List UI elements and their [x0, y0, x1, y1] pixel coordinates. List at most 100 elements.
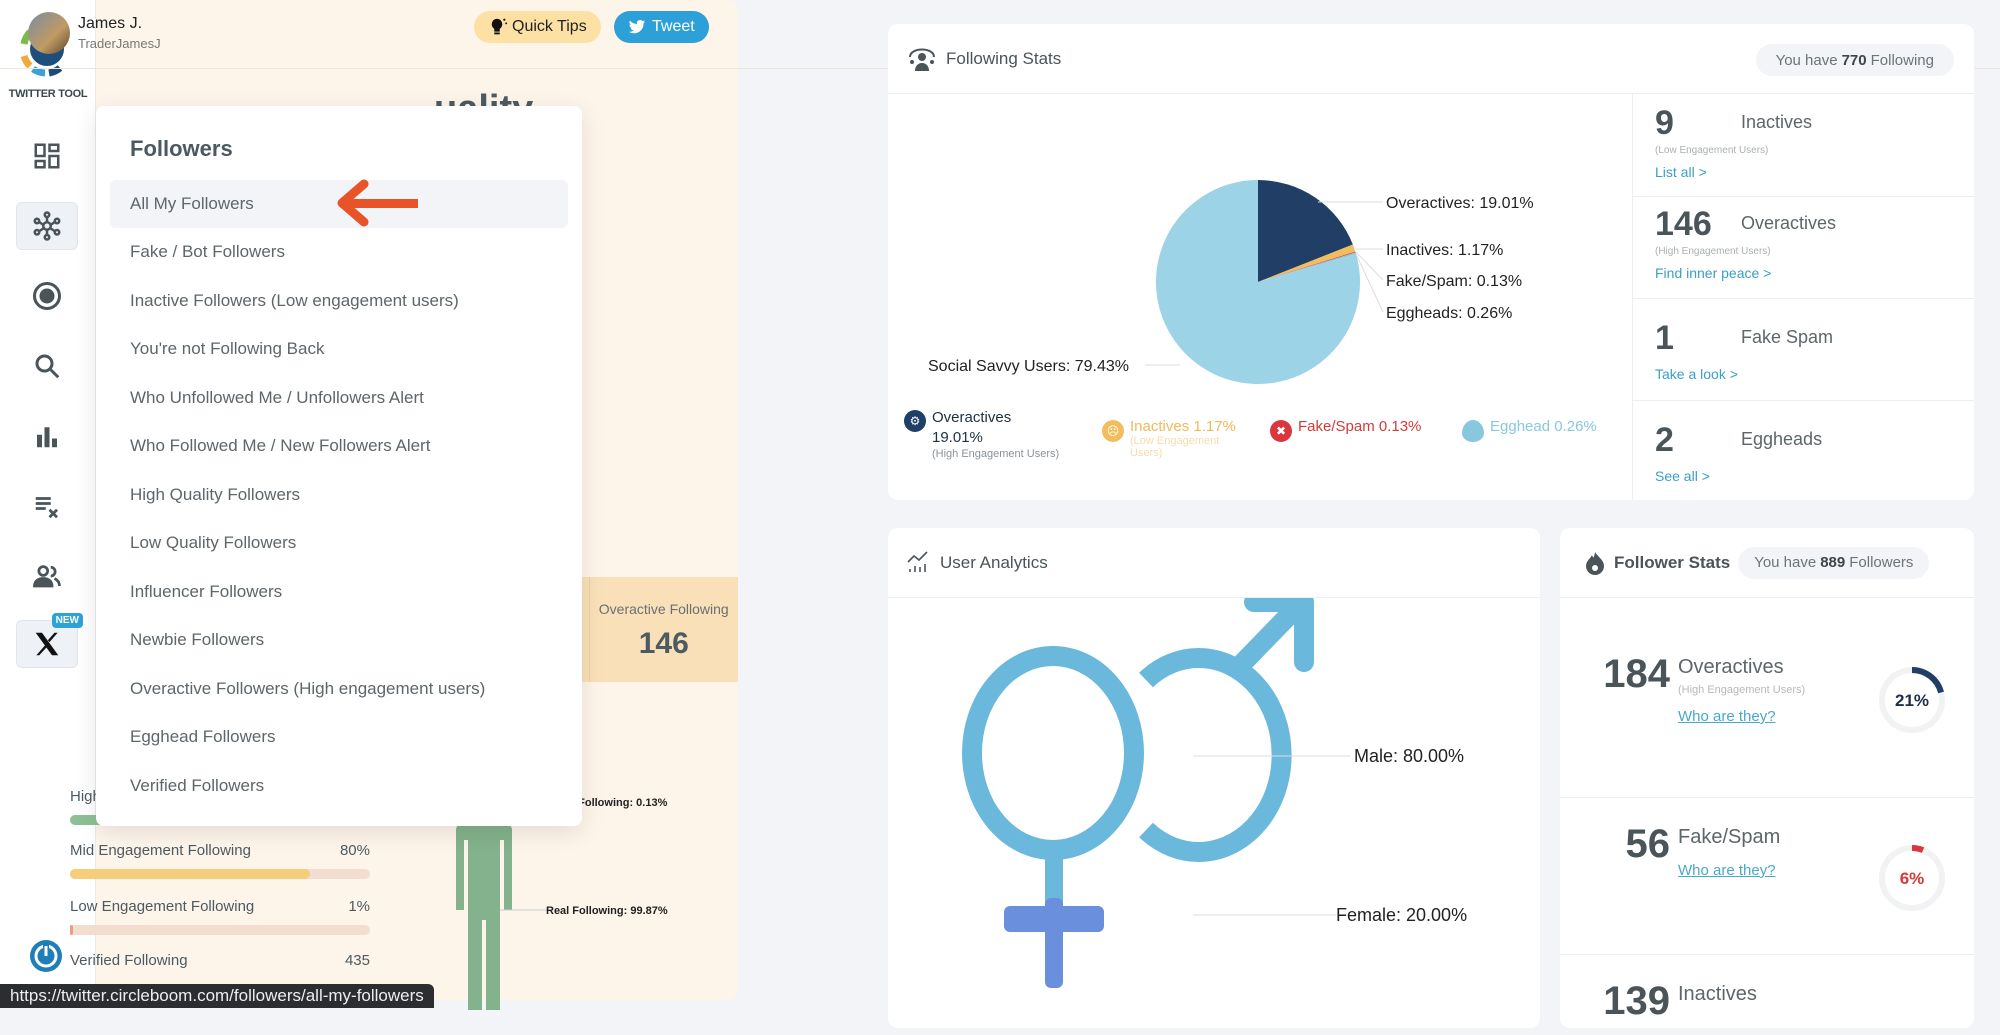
- real-following-label: Real Following: 99.87%: [546, 905, 668, 917]
- follower-stat-number: 56: [1625, 822, 1671, 866]
- who-are-they-link[interactable]: Who are they?: [1678, 862, 1776, 879]
- take-a-look-link[interactable]: Take a look >: [1655, 366, 1974, 382]
- legend-overactives: ⚙ Overactives 19.01% (High Engagement Us…: [904, 408, 1059, 460]
- user-analytics-card: User Analytics Male: 80.00% Female: 20.0…: [888, 528, 1540, 1028]
- nav-followers[interactable]: [16, 202, 78, 250]
- eng-label: Low Engagement Following: [70, 898, 255, 915]
- nav-target[interactable]: [16, 272, 78, 320]
- side-stat-number: 1: [1655, 319, 1674, 357]
- eng-pct: 1%: [348, 898, 370, 915]
- legend-label: Inactives 1.17%: [1130, 418, 1236, 435]
- tweet-button[interactable]: Tweet: [614, 11, 709, 43]
- follower-stat-number: 184: [1603, 652, 1670, 696]
- pill-prefix: You have: [1775, 51, 1838, 69]
- overactives-ring: 21%: [1879, 667, 1945, 733]
- dropdown-item-egghead[interactable]: Egghead Followers: [110, 713, 568, 761]
- legend-label: Egghead 0.26%: [1490, 418, 1597, 435]
- female-ring: [962, 646, 1144, 860]
- follower-stat-number: 139: [1603, 979, 1670, 1023]
- sad-face-icon: ☹: [1102, 420, 1124, 442]
- svg-text:6%: 6%: [1900, 869, 1925, 888]
- dropdown-item-new-followers[interactable]: Who Followed Me / New Followers Alert: [110, 422, 568, 470]
- pie-label-fake-spam: Fake/Spam: 0.13%: [1386, 273, 1522, 290]
- pill-suffix: Following: [1870, 51, 1934, 69]
- following-side-stats: 9 Inactives (Low Engagement Users) List a…: [1632, 94, 1974, 500]
- follower-stat-overactives: 184 Overactives (High Engagement Users) …: [1560, 598, 1974, 798]
- search-icon: [35, 354, 60, 379]
- profile-handle: TraderJamesJ: [78, 36, 161, 51]
- list-all-link[interactable]: List all >: [1655, 164, 1974, 180]
- dropdown-item-newbie[interactable]: Newbie Followers: [110, 616, 568, 664]
- eng-pct: 80%: [339, 842, 370, 859]
- side-stat-fake-spam: 1 Fake Spam Take a look >: [1633, 299, 1974, 401]
- side-stat-overactives: 146 Overactives (High Engagement Users) F…: [1633, 197, 1974, 299]
- pie-label-overactives: Overactives: 19.01%: [1386, 195, 1534, 212]
- x-logo-icon: [35, 632, 59, 656]
- legend-sub: (Low Engagement Users): [1130, 435, 1220, 459]
- nav-dashboard[interactable]: [16, 132, 78, 180]
- follower-stat-fake-spam: 56 Fake/Spam Who are they? 6%: [1560, 798, 1974, 955]
- follower-count-pill: You have 889 Followers: [1738, 546, 1930, 579]
- eng-label: Verified Following: [70, 952, 188, 969]
- side-stat-eggheads: 2 Eggheads See all >: [1633, 401, 1974, 500]
- quick-tips-label: Quick Tips: [512, 18, 587, 35]
- dropdown-item-overactive[interactable]: Overactive Followers (High engagement us…: [110, 665, 568, 713]
- dropdown-item-influencer[interactable]: Influencer Followers: [110, 568, 568, 616]
- male-label: Male: 80.00%: [1354, 746, 1464, 766]
- side-stat-inactives: 9 Inactives (Low Engagement Users) List a…: [1633, 94, 1974, 197]
- gender-chart: Male: 80.00% Female: 20.00%: [962, 598, 1467, 988]
- new-badge: NEW: [51, 613, 83, 628]
- power-icon[interactable]: [28, 938, 64, 974]
- list-remove-icon: [35, 497, 58, 519]
- find-inner-peace-link[interactable]: Find inner peace >: [1655, 265, 1974, 281]
- nav-analytics[interactable]: [16, 412, 78, 460]
- see-all-link[interactable]: See all >: [1655, 468, 1974, 484]
- eng-bar: [70, 869, 370, 879]
- dead-face-icon: ✖: [1270, 420, 1292, 442]
- nav-users[interactable]: [16, 552, 78, 600]
- male-ring: [1139, 648, 1292, 862]
- dropdown-item-high-quality[interactable]: High Quality Followers: [110, 471, 568, 519]
- target-icon: [33, 282, 61, 310]
- analytics-icon: [907, 550, 928, 572]
- female-cross-v: [1045, 898, 1063, 988]
- avatar: [28, 12, 70, 54]
- pointer-arrow-icon: [337, 179, 418, 227]
- side-stat-sub: (Low Engagement Users): [1655, 145, 1769, 156]
- dropdown-item-low-quality[interactable]: Low Quality Followers: [110, 519, 568, 567]
- follower-stat-sub: (High Engagement Users): [1678, 684, 1806, 696]
- male-arrow-shaft: [1225, 601, 1304, 680]
- dropdown-item-unfollowers[interactable]: Who Unfollowed Me / Unfollowers Alert: [110, 374, 568, 422]
- pill-prefix: You have: [1754, 554, 1817, 571]
- egg-icon: [1462, 420, 1484, 442]
- network-icon: [33, 211, 61, 241]
- side-stat-number: 146: [1655, 205, 1712, 243]
- nav-search[interactable]: [16, 342, 78, 390]
- profile[interactable]: James J. TraderJamesJ: [28, 12, 161, 54]
- eng-low: Low Engagement Following 1%: [70, 898, 370, 935]
- dropdown-item-not-following-back[interactable]: You're not Following Back: [110, 325, 568, 373]
- eng-fill: [70, 869, 310, 879]
- quick-tips-button[interactable]: Quick Tips: [474, 11, 601, 43]
- legend-label: Fake/Spam 0.13%: [1298, 418, 1422, 435]
- status-bar-url: https://twitter.circleboom.com/followers…: [0, 984, 434, 1008]
- nav-x[interactable]: NEW: [16, 613, 83, 668]
- pie-label-social-savvy: Social Savvy Users: 79.43%: [928, 358, 1129, 375]
- side-stat-number: 9: [1655, 104, 1674, 142]
- legend-sub: (High Engagement Users): [932, 448, 1060, 460]
- legend-label: Overactives: [932, 409, 1012, 426]
- users-icon: [33, 565, 61, 588]
- follower-stats-header: Follower Stats You have 889 Followers: [1560, 528, 1974, 598]
- eng-pct: 435: [344, 952, 370, 969]
- follower-stat-inactives: 139 Inactives: [1560, 955, 1974, 1035]
- stat-value: 146: [638, 627, 689, 660]
- follower-stat-label: Fake/Spam: [1678, 826, 1781, 848]
- stat-label: Overactive Following: [598, 601, 729, 617]
- legend-value: 19.01%: [932, 429, 983, 446]
- nav-unfollow[interactable]: [16, 482, 78, 530]
- pie-label-inactives: Inactives: 1.17%: [1386, 242, 1503, 259]
- who-are-they-link[interactable]: Who are they?: [1678, 708, 1776, 725]
- dropdown-item-verified[interactable]: Verified Followers: [110, 762, 568, 810]
- dropdown-item-fake-bot[interactable]: Fake / Bot Followers: [110, 228, 568, 276]
- dropdown-item-inactive[interactable]: Inactive Followers (Low engagement users…: [110, 277, 568, 325]
